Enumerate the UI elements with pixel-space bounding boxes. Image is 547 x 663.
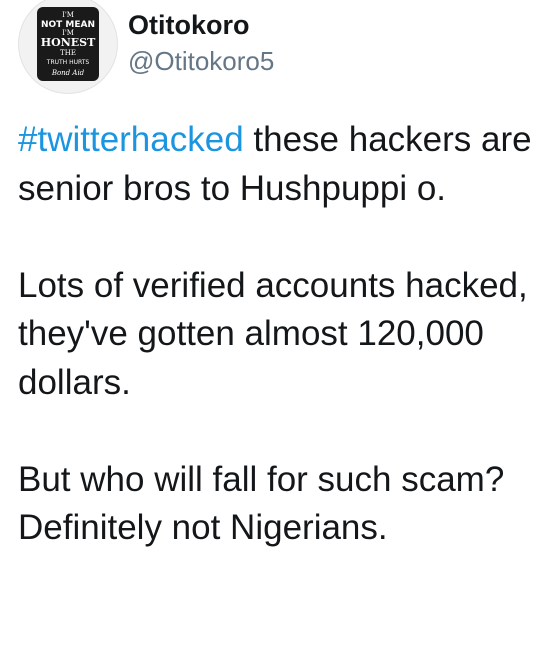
avatar-text-6: TRUTH HURTS: [46, 59, 90, 66]
author-handle[interactable]: @Otitokoro5: [128, 44, 274, 78]
tweet-card: I'M NOT MEAN I'M HONEST THE TRUTH HURTS …: [0, 0, 547, 663]
tweet-paragraph-2: Lots of verified accounts hacked, they'v…: [18, 265, 528, 402]
hashtag-link[interactable]: #twitterhacked: [18, 120, 244, 159]
author-names: Otitokoro @Otitokoro5: [128, 8, 274, 78]
author-display-name[interactable]: Otitokoro: [128, 8, 274, 42]
avatar-text-1: I'M: [62, 11, 74, 19]
avatar-text-7: Bond Aid: [51, 69, 85, 77]
tweet-header: I'M NOT MEAN I'M HONEST THE TRUTH HURTS …: [18, 0, 274, 110]
avatar-badge-image: I'M NOT MEAN I'M HONEST THE TRUTH HURTS …: [19, 0, 117, 93]
tweet-paragraph-3: But who will fall for such scam? Definit…: [18, 459, 505, 548]
tweet-text: #twitterhacked these hackers are senior …: [18, 116, 538, 553]
avatar-text-5: THE: [60, 49, 76, 57]
avatar-text-4: HONEST: [41, 36, 96, 49]
tweet-paragraph-1: #twitterhacked these hackers are senior …: [18, 116, 538, 213]
avatar[interactable]: I'M NOT MEAN I'M HONEST THE TRUTH HURTS …: [18, 0, 118, 94]
